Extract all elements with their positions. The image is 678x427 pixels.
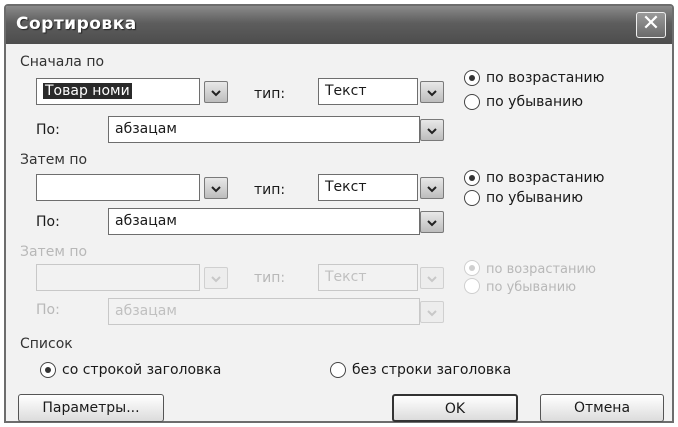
- sort2-asc-label[interactable]: по возрастанию: [486, 170, 604, 186]
- sort1-type-dropdown-button[interactable]: [420, 81, 444, 103]
- sort2-by-select[interactable]: абзацам: [108, 208, 420, 235]
- sort1-type-select[interactable]: Текст: [318, 78, 418, 105]
- sort3-by-value: абзацам: [115, 303, 177, 319]
- sort2-desc-radio[interactable]: [464, 190, 480, 206]
- sort2-field-dropdown-button[interactable]: [204, 177, 228, 199]
- sort3-asc-radio[interactable]: [464, 260, 480, 276]
- sort2-type-label: тип:: [254, 182, 286, 198]
- sort2-by-dropdown-button[interactable]: [420, 211, 444, 233]
- sort2-by-value: абзацам: [115, 213, 177, 229]
- sort3-field-select[interactable]: [36, 264, 200, 291]
- sort3-desc-label[interactable]: по убыванию: [486, 280, 576, 295]
- chevron-down-icon: [427, 220, 437, 227]
- chevron-down-icon: [211, 186, 221, 193]
- dialog-title: Сортировка: [16, 14, 137, 34]
- sort1-by-label: По:: [36, 122, 60, 138]
- sort3-type-value: Текст: [325, 269, 367, 285]
- sort2-type-value: Текст: [325, 179, 367, 195]
- sort3-type-dropdown-button[interactable]: [420, 267, 444, 289]
- ok-button[interactable]: OK: [392, 394, 518, 422]
- sort1-field-value: Товар номи: [43, 83, 132, 99]
- sort2-field-select[interactable]: [36, 174, 200, 201]
- sort1-field-dropdown-button[interactable]: [204, 81, 228, 103]
- sort2-desc-label[interactable]: по убыванию: [486, 190, 583, 206]
- sort3-by-label: По:: [36, 302, 60, 318]
- sort1-by-select[interactable]: абзацам: [108, 116, 420, 143]
- chevron-down-icon: [427, 276, 437, 283]
- sort2-type-select[interactable]: Текст: [318, 174, 418, 201]
- without-header-label[interactable]: без строки заголовка: [352, 362, 511, 378]
- chevron-down-icon: [211, 276, 221, 283]
- sort3-group-label: Затем по: [20, 244, 88, 260]
- chevron-down-icon: [211, 90, 221, 97]
- sort1-group-label: Сначала по: [20, 54, 105, 70]
- without-header-radio[interactable]: [330, 362, 346, 378]
- sort3-desc-radio[interactable]: [464, 278, 480, 294]
- sort3-field-dropdown-button[interactable]: [204, 267, 228, 289]
- with-header-radio[interactable]: [40, 362, 56, 378]
- sort2-type-dropdown-button[interactable]: [420, 177, 444, 199]
- sort1-asc-label[interactable]: по возрастанию: [486, 70, 604, 86]
- sort3-type-label: тип:: [254, 270, 286, 286]
- close-icon: ✕: [641, 11, 661, 36]
- with-header-label[interactable]: со строкой заголовка: [62, 362, 221, 378]
- sort1-type-value: Текст: [325, 83, 367, 99]
- sort1-field-select[interactable]: Товар номи: [36, 78, 200, 105]
- chevron-down-icon: [427, 128, 437, 135]
- sort1-type-label: тип:: [254, 86, 286, 102]
- cancel-button[interactable]: Отмена: [540, 394, 664, 422]
- chevron-down-icon: [427, 186, 437, 193]
- close-button[interactable]: ✕: [636, 12, 666, 38]
- sort1-by-dropdown-button[interactable]: [420, 119, 444, 141]
- sort1-by-value: абзацам: [115, 121, 177, 137]
- sort1-desc-label[interactable]: по убыванию: [486, 94, 583, 110]
- sort1-desc-radio[interactable]: [464, 94, 480, 110]
- title-bar[interactable]: Сортировка ✕: [6, 6, 672, 44]
- list-group-label: Список: [20, 336, 73, 352]
- sort3-asc-label[interactable]: по возрастанию: [486, 262, 596, 277]
- sort-dialog: Сортировка ✕ Сначала по Товар номи тип: …: [4, 4, 674, 423]
- chevron-down-icon: [427, 90, 437, 97]
- sort1-asc-radio[interactable]: [464, 70, 480, 86]
- sort2-group-label: Затем по: [20, 152, 88, 168]
- sort2-by-label: По:: [36, 214, 60, 230]
- parameters-button[interactable]: Параметры...: [18, 394, 164, 422]
- sort3-by-select[interactable]: абзацам: [108, 298, 420, 325]
- sort3-type-select[interactable]: Текст: [318, 264, 418, 291]
- chevron-down-icon: [427, 310, 437, 317]
- sort2-asc-radio[interactable]: [464, 170, 480, 186]
- sort3-by-dropdown-button[interactable]: [420, 301, 444, 323]
